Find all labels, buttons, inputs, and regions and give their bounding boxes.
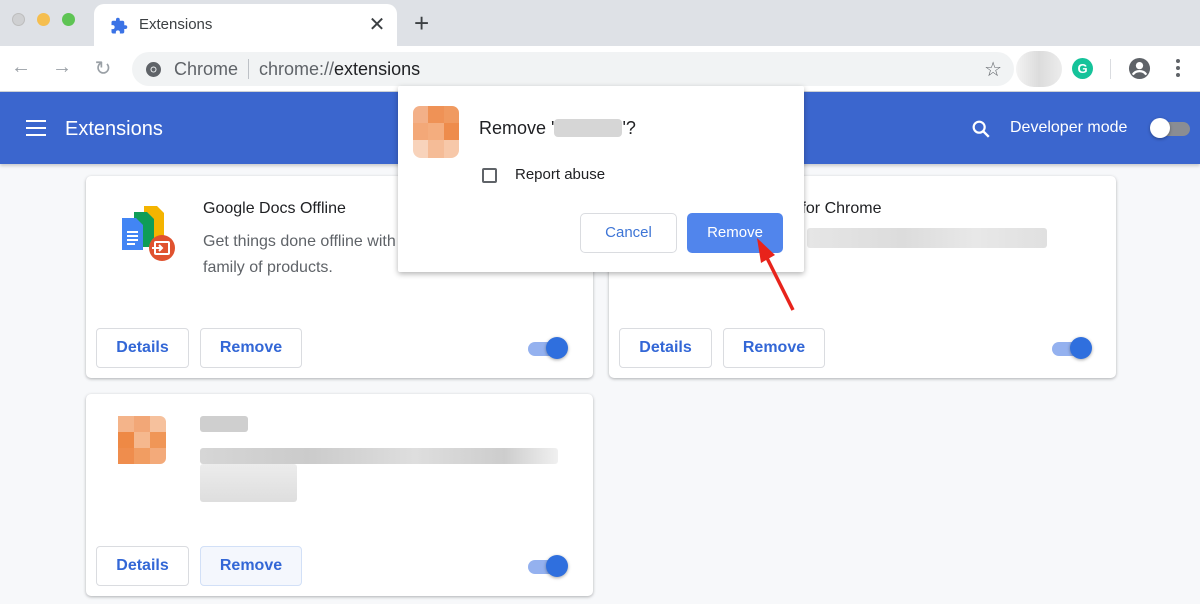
report-abuse-checkbox[interactable] <box>482 168 497 183</box>
annotation-arrow-icon <box>757 238 795 311</box>
developer-mode-label: Developer mode <box>1010 119 1128 136</box>
reload-button[interactable]: ↻ <box>92 56 114 81</box>
redacted-extension-icon <box>413 106 459 158</box>
puzzle-icon <box>111 17 128 34</box>
window-close-button[interactable] <box>12 13 25 26</box>
page-title: Extensions <box>65 118 163 140</box>
bookmark-star-icon[interactable]: ☆ <box>984 57 1002 82</box>
redacted-description-line2 <box>200 464 297 502</box>
extension-enable-toggle[interactable] <box>528 337 570 361</box>
chrome-logo-icon <box>146 62 161 77</box>
remove-extension-dialog: Remove ' '? Report abuse Cancel Remove <box>398 86 804 272</box>
report-abuse-label[interactable]: Report abuse <box>515 166 605 183</box>
remove-button[interactable]: Remove <box>200 546 302 586</box>
url-text[interactable]: chrome://extensions <box>259 59 420 80</box>
details-button[interactable]: Details <box>96 546 189 586</box>
forward-button[interactable]: → <box>51 56 73 79</box>
toolbar-divider <box>1110 59 1111 79</box>
remove-button[interactable]: Remove <box>200 328 302 368</box>
redacted-extension-icon[interactable] <box>1016 51 1062 87</box>
toggle-knob <box>546 337 568 359</box>
details-button[interactable]: Details <box>96 328 189 368</box>
extension-name: Google Docs Offline <box>203 200 346 217</box>
toggle-knob <box>1150 118 1170 138</box>
new-tab-button[interactable]: + <box>414 8 429 39</box>
tab-strip: Extensions ✕ + <box>0 0 1200 46</box>
tab-extensions[interactable]: Extensions ✕ <box>94 4 397 46</box>
tab-close-icon[interactable]: ✕ <box>367 12 387 37</box>
dialog-title: Remove ' '? <box>479 118 636 138</box>
redacted-description <box>807 228 1047 248</box>
extension-card-3: Details Remove <box>86 394 593 596</box>
redacted-name <box>200 416 248 432</box>
extension-enable-toggle[interactable] <box>1052 337 1094 361</box>
redacted-extension-icon <box>118 416 166 464</box>
toggle-knob <box>546 555 568 577</box>
details-button[interactable]: Details <box>619 328 712 368</box>
window-maximize-button[interactable] <box>62 13 75 26</box>
redacted-extension-name <box>554 119 623 137</box>
profile-avatar-icon[interactable] <box>1128 57 1151 80</box>
security-chip-label: Chrome <box>174 59 239 79</box>
grammarly-extension-icon[interactable]: G <box>1072 58 1093 79</box>
remove-button[interactable]: Remove <box>723 328 825 368</box>
dialog-cancel-button[interactable]: Cancel <box>580 213 677 253</box>
address-bar[interactable]: Chrome chrome://extensions ☆ <box>132 52 1014 86</box>
omnibox-divider <box>248 59 249 79</box>
tab-title: Extensions <box>139 16 213 33</box>
redacted-description <box>200 448 558 464</box>
search-icon[interactable] <box>970 118 992 140</box>
google-docs-offline-icon <box>122 206 175 261</box>
back-button[interactable]: ← <box>10 56 32 79</box>
menu-hamburger-icon[interactable] <box>26 120 46 136</box>
toggle-knob <box>1070 337 1092 359</box>
extension-enable-toggle[interactable] <box>528 555 570 579</box>
window-minimize-button[interactable] <box>37 13 50 26</box>
chrome-menu-icon[interactable] <box>1175 58 1181 80</box>
developer-mode-toggle[interactable] <box>1150 118 1190 138</box>
